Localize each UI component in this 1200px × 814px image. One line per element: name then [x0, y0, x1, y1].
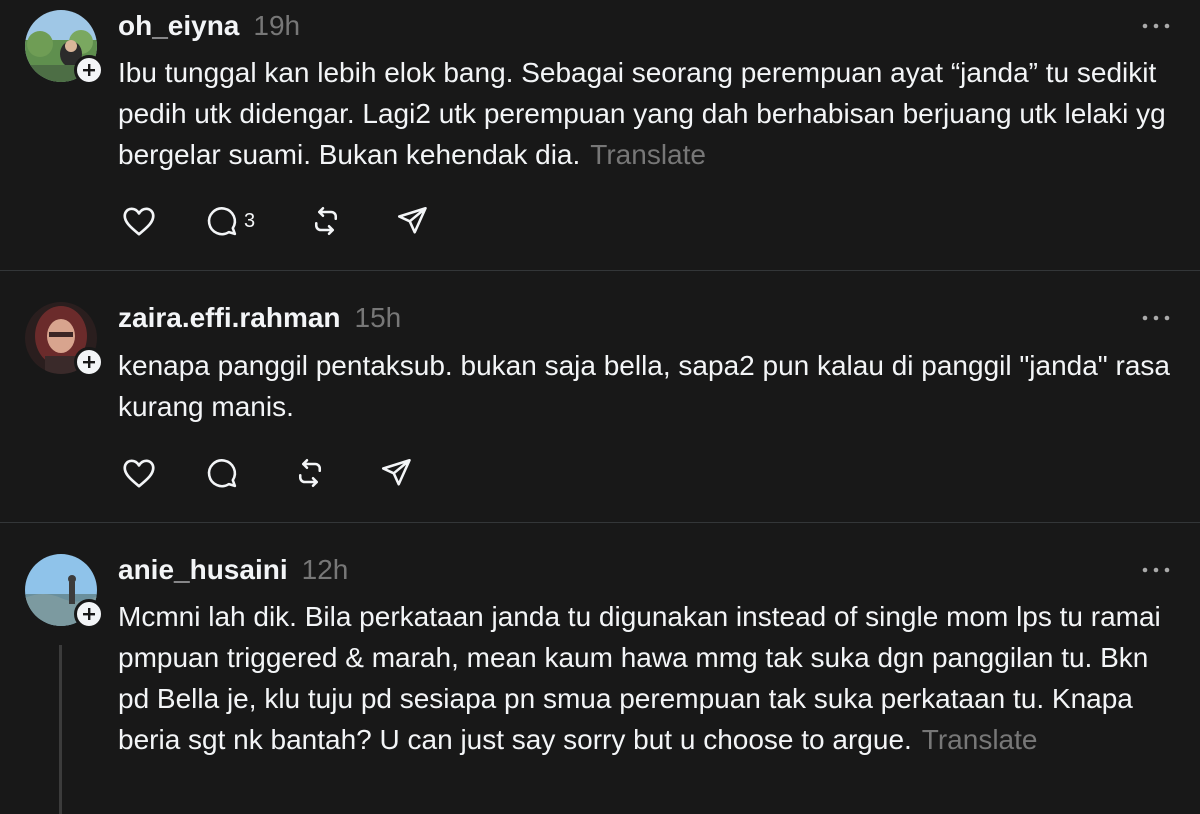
heart-icon	[123, 459, 155, 488]
follow-button[interactable]	[74, 599, 104, 629]
comment-icon	[207, 207, 237, 236]
repost-icon	[314, 206, 338, 236]
post-time[interactable]: 15h	[355, 302, 402, 333]
username-row: oh_eiyna 19h	[118, 10, 300, 42]
reply-button[interactable]	[204, 453, 240, 493]
heart-icon	[123, 207, 155, 236]
more-button[interactable]	[1140, 563, 1172, 575]
avatar-wrap[interactable]	[25, 302, 104, 377]
plus-icon	[83, 64, 95, 76]
replies-feed: oh_eiyna 19h Ibu tunggal kan lebih elok b…	[0, 0, 1200, 814]
repost-icon	[298, 458, 322, 488]
reply-button[interactable]: 3	[204, 201, 255, 241]
share-button[interactable]	[378, 453, 414, 493]
like-button[interactable]	[120, 453, 158, 493]
username[interactable]: zaira.effi.rahman	[118, 302, 341, 333]
translate-link[interactable]: Translate	[590, 139, 706, 170]
follow-button[interactable]	[74, 347, 104, 377]
send-icon	[381, 458, 411, 486]
send-icon	[397, 206, 427, 234]
more-button[interactable]	[1140, 311, 1172, 323]
post-body: Mcmni lah dik. Bila perkataan janda tu d…	[118, 596, 1178, 760]
repost-button[interactable]	[292, 453, 328, 493]
more-icon	[1142, 23, 1170, 29]
post-divider	[0, 270, 1200, 271]
more-icon	[1142, 315, 1170, 321]
follow-button[interactable]	[74, 55, 104, 85]
post-text: kenapa panggil pentaksub. bukan saja bel…	[118, 350, 1170, 422]
username[interactable]: anie_husaini	[118, 554, 288, 585]
comment-icon	[207, 459, 237, 488]
post-divider	[0, 522, 1200, 523]
avatar-wrap[interactable]	[25, 554, 104, 629]
like-button[interactable]	[120, 201, 158, 241]
username-row: anie_husaini 12h	[118, 554, 348, 586]
post-time[interactable]: 12h	[302, 554, 349, 585]
plus-icon	[83, 356, 95, 368]
translate-link[interactable]: Translate	[922, 724, 1038, 755]
action-bar	[118, 453, 478, 493]
plus-icon	[83, 608, 95, 620]
more-button[interactable]	[1140, 19, 1172, 31]
reply-count: 3	[244, 209, 256, 232]
username[interactable]: oh_eiyna	[118, 10, 239, 41]
action-bar: 3	[118, 201, 478, 241]
thread-line	[59, 645, 62, 814]
more-icon	[1142, 567, 1170, 573]
avatar-wrap[interactable]	[25, 10, 104, 85]
post-body: Ibu tunggal kan lebih elok bang. Sebagai…	[118, 52, 1178, 175]
post-time[interactable]: 19h	[253, 10, 300, 41]
post-body: kenapa panggil pentaksub. bukan saja bel…	[118, 345, 1178, 427]
username-row: zaira.effi.rahman 15h	[118, 302, 401, 334]
share-button[interactable]	[394, 201, 430, 241]
repost-button[interactable]	[308, 201, 344, 241]
